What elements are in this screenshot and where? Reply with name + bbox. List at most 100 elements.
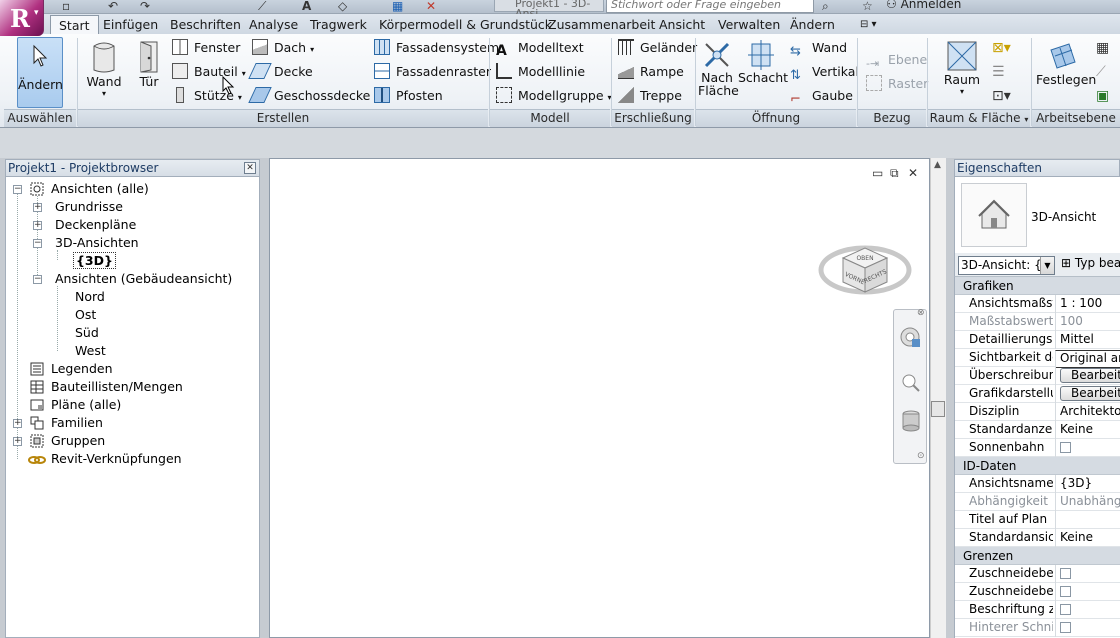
close-hidden-icon[interactable]: ✕ (426, 0, 436, 12)
collapse-toggle[interactable]: − (33, 239, 42, 248)
property-row[interactable]: Zuschneidebereich sichtbar (955, 583, 1120, 601)
scrollbar-thumb[interactable] (931, 401, 945, 417)
tree-item-deckenplaene[interactable]: Deckenpläne (55, 216, 136, 234)
vertical-scrollbar[interactable] (930, 158, 946, 638)
panel-splitter[interactable] (262, 158, 268, 638)
tree-item-nord[interactable]: Nord (75, 288, 105, 306)
property-row[interactable]: DetaillierungsgradMittel (955, 331, 1120, 349)
search-input[interactable]: Stichwort oder Frage eingeben (606, 0, 814, 13)
property-row[interactable]: Ansichtsname {3D} (955, 475, 1120, 493)
tree-item-ansichten[interactable]: Ansichten (alle) (51, 180, 149, 198)
tab-einfuegen[interactable]: Einfügen (103, 15, 158, 34)
navbar-options-icon[interactable]: ⊙ (917, 451, 925, 461)
property-row[interactable]: StandardanzeigestilKeine (955, 421, 1120, 439)
ribbon-minimize-button[interactable]: ⊟ ▾ (860, 15, 877, 34)
save-icon[interactable]: ▫ (62, 0, 70, 12)
3d-view-icon[interactable]: ◇ (338, 0, 347, 12)
expand-toggle[interactable]: + (33, 203, 42, 212)
dormer-opening-button[interactable]: ⌐ Gaube (790, 86, 853, 107)
tab-analyse[interactable]: Analyse (249, 15, 298, 34)
tab-aendern[interactable]: Ändern (790, 15, 835, 34)
close-view-icon[interactable]: ✕ (908, 166, 918, 180)
annotation-crop-checkbox[interactable] (1060, 604, 1071, 615)
property-row[interactable]: Hinterer Schnittbereich (955, 619, 1120, 637)
tree-item-familien[interactable]: Familien (51, 414, 103, 432)
modify-button[interactable]: Ändern (17, 37, 63, 108)
tag-room-icon[interactable]: ☰ (992, 64, 1005, 80)
tree-item-3d-view[interactable]: {3D} (73, 252, 116, 270)
measure-icon[interactable]: ⟋ (258, 0, 266, 12)
room-separator-icon[interactable]: ⊠▾ (992, 40, 1011, 56)
curtain-system-button[interactable]: Fassadensystem (374, 38, 499, 58)
zoom-icon[interactable] (899, 372, 923, 392)
level-button[interactable]: -⇥ Ebene (866, 50, 927, 70)
grid-button[interactable]: Raster (866, 74, 928, 94)
property-row[interactable]: Beschriftung zuschneiden (955, 601, 1120, 619)
minimize-icon[interactable]: ▭ (872, 166, 883, 180)
tab-start[interactable]: Start (50, 15, 99, 34)
shaft-opening-button[interactable]: Schacht (738, 40, 788, 85)
room-button[interactable]: Raum ▾ (940, 40, 984, 96)
set-workplane-button[interactable]: Festlegen (1036, 40, 1096, 87)
edit-overrides-button[interactable]: Bearbeiten... (1060, 368, 1120, 383)
wall-opening-button[interactable]: ⇆ Wand (790, 38, 847, 59)
collapse-toggle[interactable]: − (33, 275, 42, 284)
tab-ansicht[interactable]: Ansicht (659, 15, 705, 34)
tree-item-3d-ansichten[interactable]: 3D-Ansichten (55, 234, 139, 252)
thin-lines-icon[interactable]: ▦ (392, 0, 403, 12)
curtain-grid-button[interactable]: Fassadenraster (374, 62, 491, 82)
binoculars-icon[interactable]: ⌕ (822, 0, 829, 12)
reference-plane-icon[interactable]: ⟋ (1096, 64, 1106, 80)
section-grafiken[interactable]: Grafiken (955, 277, 1120, 295)
text-icon[interactable]: A (302, 0, 311, 12)
model-group-button[interactable]: Modellgruppe ▾ (496, 86, 612, 106)
orbit-icon[interactable] (899, 408, 923, 436)
scroll-up-icon[interactable]: ▲ (934, 160, 941, 170)
stair-button[interactable]: Treppe (618, 86, 682, 106)
tree-item-verknuepfungen[interactable]: Revit-Verknüpfungen (51, 450, 182, 468)
window-button[interactable]: Fenster (172, 38, 240, 58)
navbar-close-icon[interactable]: ⊗ (917, 308, 925, 318)
property-row[interactable]: Zuschneidebereich (955, 565, 1120, 583)
far-clip-checkbox[interactable] (1060, 622, 1071, 633)
model-line-button[interactable]: Modelllinie (496, 62, 585, 82)
signin-button[interactable]: ⚇ Anmelden (886, 0, 961, 11)
sun-path-checkbox[interactable] (1060, 442, 1071, 453)
crop-visible-checkbox[interactable] (1060, 586, 1071, 597)
restore-icon[interactable]: ⧉ (890, 166, 899, 181)
show-workplane-icon[interactable]: ▦ (1096, 40, 1109, 56)
viewcube[interactable]: OBEN VORNE RECHTS (815, 220, 913, 300)
door-button[interactable]: Tür (132, 40, 166, 89)
tree-item-ost[interactable]: Ost (75, 306, 96, 324)
tree-item-gebaeudeansicht[interactable]: Ansichten (Gebäudeansicht) (55, 270, 232, 288)
mullion-button[interactable]: Pfosten (374, 86, 443, 106)
section-id-daten[interactable]: ID-Daten (955, 457, 1120, 475)
model-text-button[interactable]: A Modelltext (496, 38, 584, 59)
tree-item-west[interactable]: West (75, 342, 106, 360)
tab-beschriften[interactable]: Beschriften (170, 15, 241, 34)
tree-item-gruppen[interactable]: Gruppen (51, 432, 105, 450)
view-type-dropdown[interactable]: 3D-Ansicht: {3D}▼ (958, 256, 1055, 275)
collapse-toggle[interactable]: − (13, 185, 22, 194)
tree-item-bauteillisten[interactable]: Bauteillisten/Mengen (51, 378, 183, 396)
ramp-button[interactable]: Rampe (618, 62, 684, 82)
crop-view-checkbox[interactable] (1060, 568, 1071, 579)
tree-item-grundrisse[interactable]: Grundrisse (55, 198, 123, 216)
star-icon[interactable]: ☆ (862, 0, 873, 12)
property-row[interactable]: DisziplinArchitektonisch (955, 403, 1120, 421)
redo-icon[interactable]: ↷ (140, 0, 150, 12)
tab-koerpermodell[interactable]: Körpermodell & Grundstück (379, 15, 552, 34)
ceiling-button[interactable]: Decke (248, 62, 313, 82)
tab-verwalten[interactable]: Verwalten (718, 15, 780, 34)
property-row[interactable]: Titel auf Plan (955, 511, 1120, 529)
area-icon[interactable]: ⊡▾ (992, 88, 1011, 104)
property-row[interactable]: Sichtbarkeit der TeileOriginal anzeigen (955, 349, 1120, 368)
application-menu-button[interactable]: R ▾ (0, 0, 44, 36)
expand-toggle[interactable]: + (13, 437, 22, 446)
parts-visibility-input[interactable]: Original anzeigen (1055, 350, 1120, 368)
tab-zusammenarbeit[interactable]: Zusammenarbeit (548, 15, 655, 34)
steering-wheel-icon[interactable] (899, 326, 923, 350)
wall-button[interactable]: Wand ▾ (84, 40, 124, 98)
undo-icon[interactable]: ↶ (108, 0, 118, 12)
tree-item-plaene[interactable]: Pläne (alle) (51, 396, 121, 414)
